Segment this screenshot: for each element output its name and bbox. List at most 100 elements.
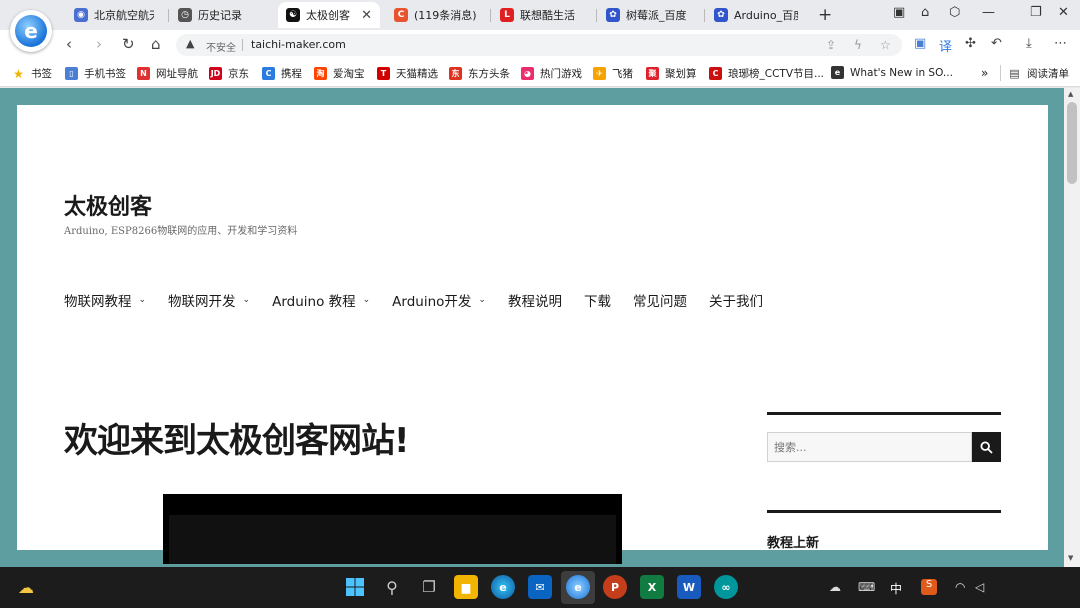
bookmark-item[interactable]: C 携程 (262, 66, 302, 81)
browser-tab[interactable]: ✿ Arduino_百度 (706, 2, 806, 28)
browser-tab[interactable]: C (119条消息) (386, 2, 486, 28)
chevron-down-icon[interactable]: ⌄ (243, 295, 251, 305)
menu-item[interactable]: Arduino开发 ⌄ (392, 290, 486, 310)
menu-item[interactable]: 常见问题 (633, 290, 687, 310)
scrollbar-thumb[interactable] (1067, 102, 1077, 184)
search-button[interactable] (972, 432, 1001, 462)
insecure-label[interactable]: 不安全 (206, 39, 236, 54)
onedrive-icon[interactable]: ☁ (829, 580, 841, 594)
chevron-down-icon[interactable]: ⌄ (363, 295, 371, 305)
menu-item[interactable]: Arduino 教程 ⌄ (272, 290, 370, 310)
site-page: 太极创客 Arduino, ESP8266物联网的应用、开发和学习资料 物联网教… (17, 105, 1048, 564)
menu-item[interactable]: 物联网教程 ⌄ (64, 290, 146, 310)
page-scrollbar[interactable]: ▲ ▼ (1064, 88, 1080, 567)
home-button[interactable]: ⌂ (151, 35, 161, 53)
bookmark-item[interactable]: ✈ 飞猪 (593, 66, 633, 81)
powerpoint-icon[interactable]: P (603, 575, 627, 599)
video-embed[interactable] (163, 494, 622, 564)
scroll-down-icon[interactable]: ▼ (1068, 554, 1073, 562)
excel-icon[interactable]: X (640, 575, 664, 599)
bookmark-item[interactable]: C 琅琊榜_CCTV节目... (709, 66, 824, 81)
minimize-button[interactable]: — (982, 5, 995, 20)
close-window-button[interactable]: ✕ (1058, 5, 1069, 20)
tab-label: 联想酷生活 (520, 9, 575, 22)
mail-icon[interactable]: ✉ (528, 575, 552, 599)
bookmark-label: 书签 (31, 68, 52, 80)
wifi-icon[interactable]: ◠ (955, 580, 965, 594)
bookmark-favicon-icon: 淘 (314, 67, 327, 80)
collection-icon[interactable]: ▣ (914, 36, 926, 51)
search-input[interactable] (768, 433, 971, 461)
lightning-icon[interactable]: ϟ (854, 38, 862, 52)
browser-taskbar-icon[interactable]: e (566, 575, 590, 599)
arduino-icon[interactable]: ∞ (714, 575, 738, 599)
video-frame[interactable] (169, 515, 616, 564)
bookmark-item[interactable]: T 天猫精选 (377, 66, 438, 81)
browser-logo[interactable]: e (10, 10, 52, 52)
bookmark-item[interactable]: ▯ 手机书签 (65, 66, 126, 81)
tab-search-icon[interactable]: ▣ (893, 5, 905, 20)
browser-tab[interactable]: L 联想酷生活 (492, 2, 590, 28)
forward-button[interactable]: › (96, 35, 102, 53)
browser-tab[interactable]: ◷ 历史记录 (170, 2, 270, 28)
bookmark-label: 热门游戏 (540, 68, 582, 80)
ime-indicator[interactable]: 中 (890, 580, 902, 597)
omnibox[interactable]: ▲ 不安全 taichi-maker.com ⇪ ϟ ☆ (176, 34, 902, 56)
chevron-down-icon[interactable]: ⌄ (478, 295, 486, 305)
tab-favicon-icon: C (394, 8, 408, 22)
scroll-up-icon[interactable]: ▲ (1068, 90, 1073, 98)
favorite-star-icon[interactable]: ☆ (880, 38, 891, 52)
warning-icon[interactable]: ▲ (186, 37, 194, 50)
bookmark-item[interactable]: 东东方头条 (449, 66, 510, 81)
bookmark-item[interactable]: ★ 书签 (12, 66, 52, 81)
bookmark-item[interactable]: ◕ 热门游戏 (521, 66, 582, 81)
url-text[interactable]: taichi-maker.com (251, 38, 346, 51)
browser-tab[interactable]: ◉ 北京航空航天 (66, 2, 162, 28)
tab-favicon-icon: L (500, 8, 514, 22)
site-title[interactable]: 太极创客 (64, 189, 152, 221)
keyboard-icon[interactable]: ⌨ (858, 580, 875, 594)
browser-tab[interactable]: ☯ 太极创客 ✕ (278, 2, 380, 28)
site-description: Arduino, ESP8266物联网的应用、开发和学习资料 (64, 226, 298, 237)
file-explorer-icon[interactable]: ▆ (454, 575, 478, 599)
weather-icon[interactable]: ☁ (14, 575, 38, 599)
undo-icon[interactable]: ↶ (991, 36, 1002, 51)
bookmark-item[interactable]: N 网址导航 (137, 66, 198, 81)
menu-item[interactable]: 教程说明 (508, 290, 562, 310)
menu-item[interactable]: 下载 (584, 290, 611, 310)
bookmark-label: 爱淘宝 (333, 68, 365, 80)
sogou-ime-icon[interactable]: S (921, 579, 937, 595)
volume-icon[interactable]: ◁ (975, 580, 984, 594)
bookmark-item[interactable]: 淘爱淘宝 (314, 66, 365, 81)
start-icon[interactable] (343, 575, 367, 599)
menu-item[interactable]: 物联网开发 ⌄ (168, 290, 250, 310)
tab-label: (119条消息) (414, 9, 477, 22)
extension-gem-icon[interactable]: ⬡ (949, 5, 960, 20)
tab-close-icon[interactable]: ✕ (361, 8, 372, 23)
task-view-icon[interactable]: ❐ (417, 575, 441, 599)
translate-icon[interactable]: 译 (939, 36, 952, 55)
reading-list-button[interactable]: ▤ 阅读清单 (1008, 66, 1069, 81)
download-icon[interactable]: ⤓ (1026, 36, 1032, 51)
reload-button[interactable]: ↻ (122, 35, 135, 53)
chevron-down-icon[interactable]: ⌄ (139, 295, 147, 305)
restore-button[interactable]: ❐ (1030, 5, 1042, 20)
search-field[interactable] (767, 432, 972, 462)
bookmark-item[interactable]: e What's New in SO... (831, 66, 953, 79)
new-tab-button[interactable]: + (818, 5, 832, 25)
back-button[interactable]: ‹ (66, 35, 72, 53)
share-icon[interactable]: ⇪ (826, 38, 836, 52)
bookmark-item[interactable]: 聚聚划算 (646, 66, 697, 81)
browser-tab[interactable]: ✿ 树莓派_百度 (598, 2, 698, 28)
bookmark-item[interactable]: JD 京东 (209, 66, 249, 81)
word-icon[interactable]: W (677, 575, 701, 599)
taskbar-search-icon[interactable]: ⚲ (380, 575, 404, 599)
extensions-icon[interactable]: ✣ (965, 36, 976, 51)
more-menu-icon[interactable]: ⋯ (1054, 36, 1067, 51)
menu-item[interactable]: 关于我们 (709, 290, 763, 310)
edge-icon[interactable]: e (491, 575, 515, 599)
tab-separator (596, 9, 597, 22)
game-mode-icon[interactable]: ⌂ (921, 5, 929, 20)
bookmarks-overflow-button[interactable]: » (981, 66, 988, 80)
bookmark-label: 东方头条 (468, 68, 510, 80)
